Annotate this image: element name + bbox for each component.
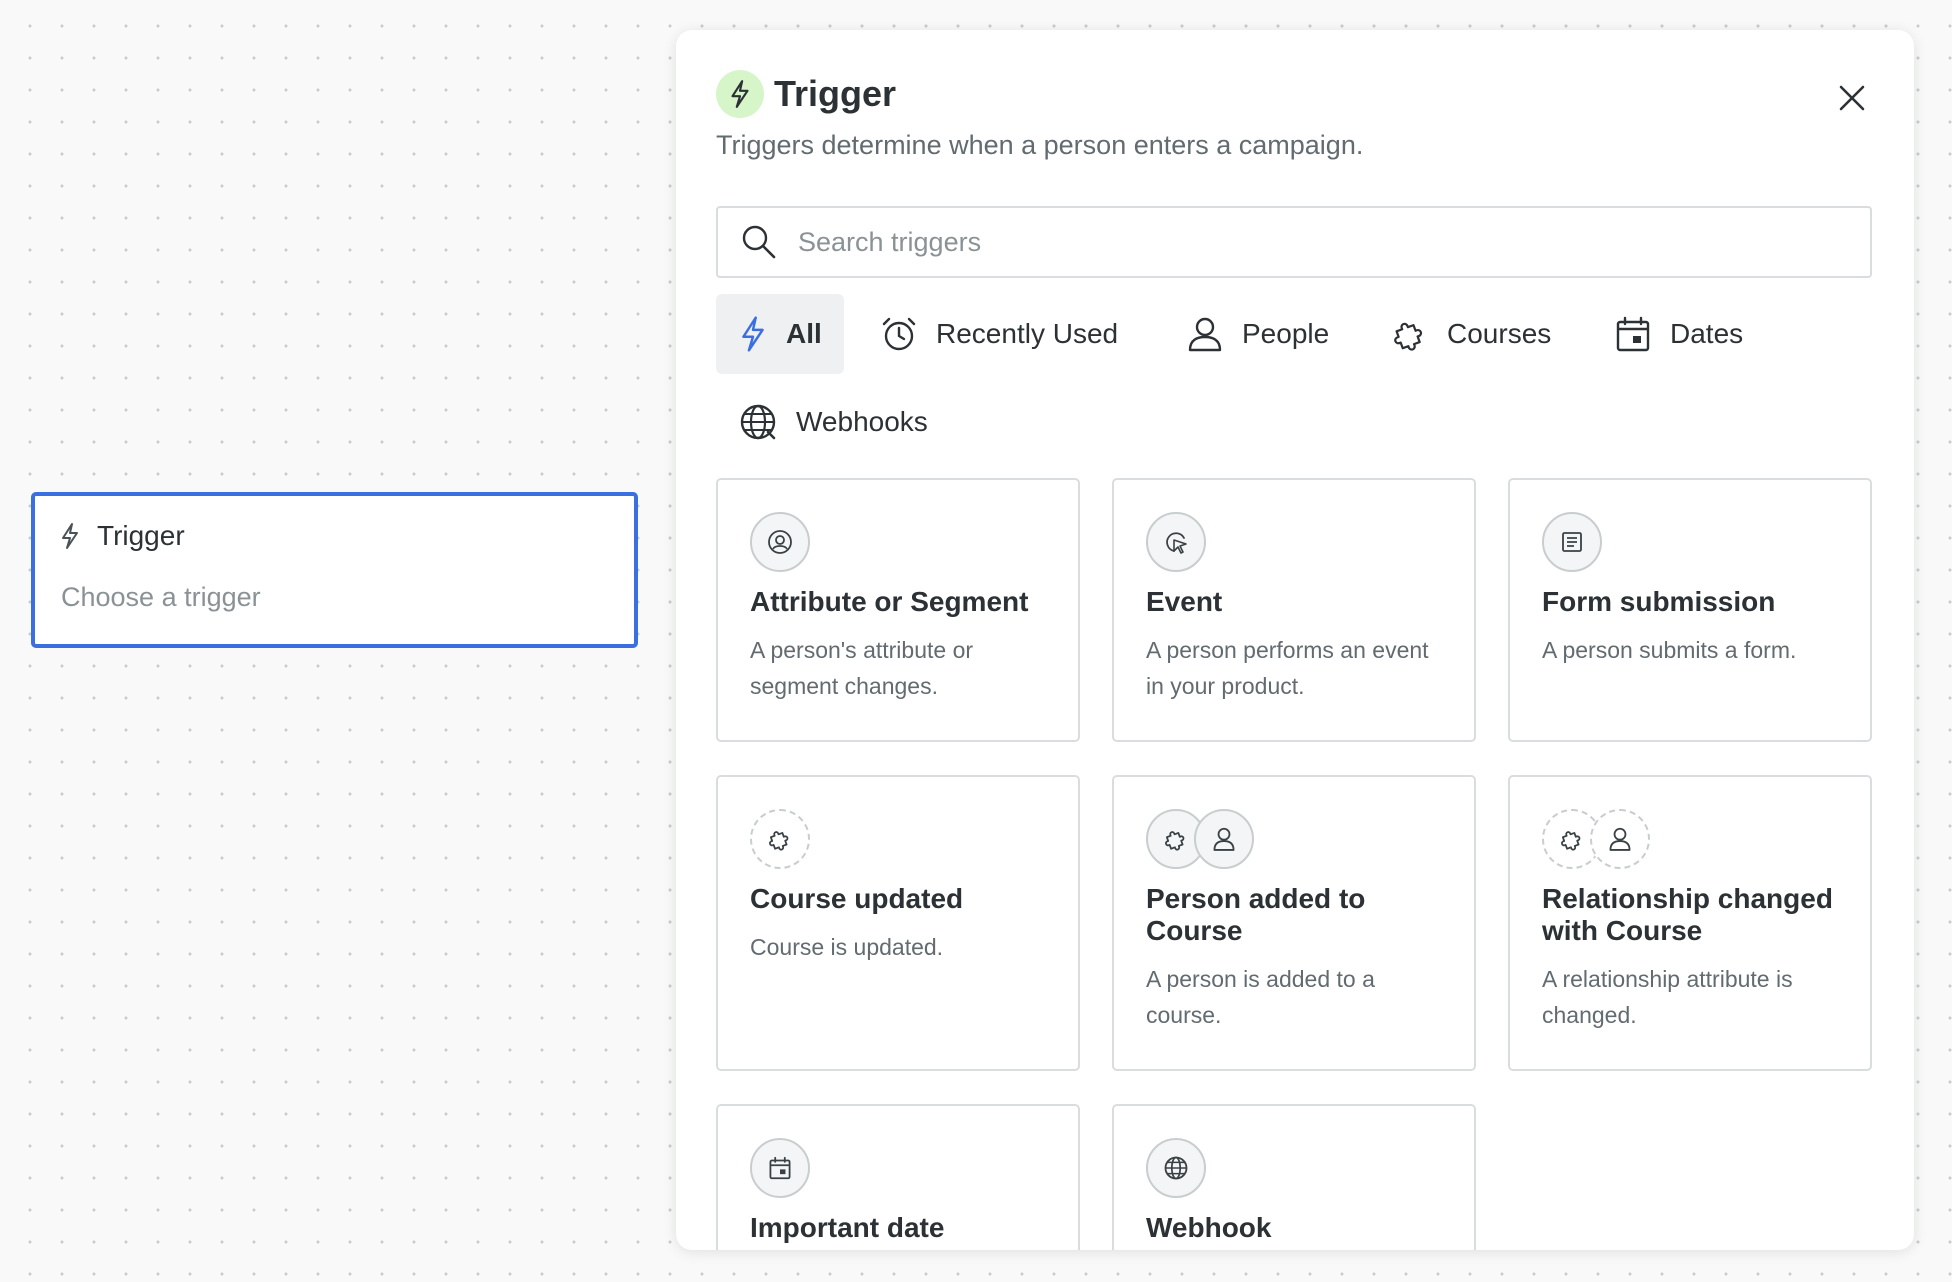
card-icons xyxy=(1146,512,1206,572)
calendar-icon xyxy=(750,1138,810,1198)
form-icon xyxy=(1542,512,1602,572)
card-course-updated[interactable]: Course updated Course is updated. xyxy=(716,775,1080,1071)
bolt-icon xyxy=(716,70,764,118)
trigger-panel: Trigger Triggers determine when a person… xyxy=(676,30,1914,1250)
trigger-node[interactable]: Trigger Choose a trigger xyxy=(31,492,638,648)
cursor-click-icon xyxy=(1146,512,1206,572)
calendar-icon xyxy=(1614,315,1652,353)
person-circle-icon xyxy=(750,512,810,572)
card-important-date[interactable]: Important date xyxy=(716,1104,1080,1250)
tab-label: Recently Used xyxy=(936,318,1119,349)
card-title: Form submission xyxy=(1542,586,1776,617)
globe-icon xyxy=(1146,1138,1206,1198)
puzzle-icon xyxy=(1391,315,1429,353)
card-description: A person is added to a course. xyxy=(1146,966,1375,1028)
search-box xyxy=(716,206,1872,278)
tab-recently-used[interactable]: Recently Used xyxy=(858,294,1140,374)
card-description: A person submits a form. xyxy=(1542,637,1797,663)
card-icons xyxy=(1146,1138,1206,1198)
trigger-node-subtitle: Choose a trigger xyxy=(61,582,261,612)
card-title: Person added to Course xyxy=(1146,883,1366,946)
trigger-node-header: Trigger xyxy=(59,520,185,552)
card-title: Relationship changed with Course xyxy=(1542,883,1833,946)
tab-label: All xyxy=(786,318,822,349)
panel-subtitle: Triggers determine when a person enters … xyxy=(716,130,1364,160)
card-icons xyxy=(750,1138,810,1198)
card-description: Course is updated. xyxy=(750,934,944,960)
card-icons xyxy=(1146,809,1254,869)
person-icon xyxy=(1194,809,1254,869)
globe-icon xyxy=(738,402,778,442)
card-webhook[interactable]: Webhook xyxy=(1112,1104,1476,1250)
card-description: A relationship attribute is changed. xyxy=(1542,966,1793,1028)
tab-label: People xyxy=(1242,318,1330,349)
panel-title: Trigger xyxy=(774,73,897,114)
card-title: Event xyxy=(1146,586,1223,617)
tab-label: Dates xyxy=(1670,318,1744,349)
card-attribute-or-segment[interactable]: Attribute or Segment A person's attribut… xyxy=(716,478,1080,742)
puzzle-icon xyxy=(750,809,810,869)
card-relationship-changed-with-course[interactable]: Relationship changed with Course A relat… xyxy=(1508,775,1872,1071)
card-form-submission[interactable]: Form submission A person submits a form. xyxy=(1508,478,1872,742)
card-event[interactable]: Event A person performs an event in your… xyxy=(1112,478,1476,742)
tab-all[interactable]: All xyxy=(716,294,844,374)
tab-webhooks[interactable]: Webhooks xyxy=(716,382,950,462)
card-title: Important date xyxy=(750,1212,945,1243)
close-icon[interactable] xyxy=(1838,84,1866,112)
search-input[interactable] xyxy=(798,226,1838,258)
card-title: Attribute or Segment xyxy=(750,586,1029,617)
tab-label: Webhooks xyxy=(796,406,928,437)
person-icon xyxy=(1186,315,1224,353)
trigger-node-title: Trigger xyxy=(97,520,185,551)
card-person-added-to-course[interactable]: Person added to Course A person is added… xyxy=(1112,775,1476,1071)
card-icons xyxy=(1542,809,1650,869)
panel-header: Trigger xyxy=(716,70,896,118)
card-icons xyxy=(750,809,810,869)
search-icon xyxy=(740,223,778,261)
card-title: Webhook xyxy=(1146,1212,1272,1243)
bolt-icon xyxy=(738,314,768,354)
tab-people[interactable]: People xyxy=(1164,294,1351,374)
card-description: A person's attribute or segment changes. xyxy=(750,637,974,699)
card-title: Course updated xyxy=(750,883,964,914)
tab-label: Courses xyxy=(1447,318,1552,349)
card-icons xyxy=(750,512,810,572)
tab-courses[interactable]: Courses xyxy=(1369,294,1573,374)
close-button[interactable] xyxy=(1830,76,1874,120)
card-description: A person performs an event in your produ… xyxy=(1146,637,1429,699)
person-icon xyxy=(1590,809,1650,869)
bolt-icon xyxy=(59,522,81,550)
alarm-clock-icon xyxy=(880,315,918,353)
tab-dates[interactable]: Dates xyxy=(1592,294,1765,374)
card-icons xyxy=(1542,512,1602,572)
